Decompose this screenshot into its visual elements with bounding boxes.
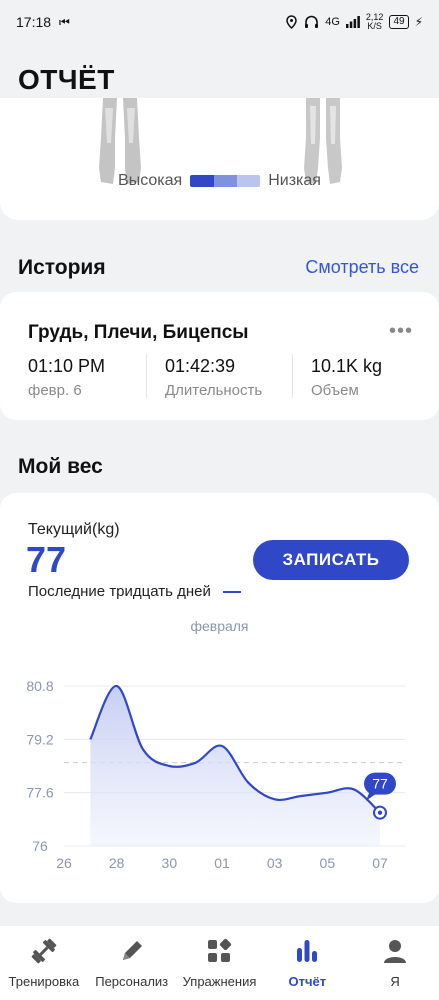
y-tick-label: 79.2: [26, 731, 53, 747]
history-title: История: [18, 256, 106, 279]
nav-item-exercises[interactable]: Упражнения: [176, 926, 264, 1000]
status-bar: 17:18 ⏮ 4G 2,12 K/S 49 ⚡: [0, 0, 439, 44]
data-point: [273, 797, 277, 801]
data-point: [88, 737, 92, 741]
nav-item-profile[interactable]: Я: [351, 926, 439, 1000]
data-point: [115, 684, 119, 688]
data-point: [325, 791, 329, 795]
x-tick-label: 05: [320, 855, 336, 871]
status-icons: 4G 2,12 K/S 49 ⚡: [285, 13, 423, 31]
charging-icon: ⚡: [414, 15, 423, 29]
stat-divider: [146, 354, 147, 398]
legend-gradient: [190, 175, 261, 187]
stat-duration: 01:42:39 Длительность: [165, 356, 263, 399]
net-speed: 2,12 K/S: [365, 12, 384, 31]
signal-icon: [345, 16, 360, 28]
last-point-dot: [377, 810, 383, 815]
bottom-nav: Тренировка Персонализ Упражнения Отчёт Я: [0, 926, 439, 1000]
user-icon: [384, 940, 407, 963]
network-type: 4G: [325, 16, 340, 28]
weight-card: Текущий(kg) 77 Последние тридцать дней З…: [0, 493, 439, 903]
period-label: Последние тридцать дней: [28, 583, 211, 600]
y-tick-label: 76: [32, 838, 48, 854]
nav-item-personalize[interactable]: Персонализ: [88, 926, 176, 1000]
y-tick-label: 77.6: [26, 785, 53, 801]
legend-high-label: Высокая: [118, 172, 183, 189]
current-weight-value: 77: [26, 539, 67, 580]
nav-item-report[interactable]: Отчёт: [263, 926, 351, 1000]
weight-chart[interactable]: 80.8 79.2 77.6 76 26 28 30 01 03 05 07 77: [0, 643, 439, 893]
legend-swatch-high: [190, 175, 214, 187]
pencil-icon: [122, 941, 142, 960]
stat-volume: 10.1K kg Объем: [311, 356, 383, 399]
notification-icon: ⏮: [59, 14, 70, 29]
data-point: [167, 764, 171, 768]
weight-area-fill: [90, 685, 380, 846]
legend-swatch-low: [236, 175, 261, 187]
history-workout-card[interactable]: Грудь, Плечи, Бицепсы ••• 01:10 PM февр.…: [0, 292, 439, 420]
record-weight-button[interactable]: ЗАПИСАТЬ: [253, 540, 409, 580]
x-tick-label: 28: [109, 855, 125, 871]
x-tick-label: 03: [267, 855, 283, 871]
data-point: [246, 781, 250, 785]
current-weight-label: Текущий(kg): [28, 521, 120, 538]
nav-item-workout[interactable]: Тренировка: [0, 926, 88, 1000]
legend-low-label: Низкая: [268, 172, 321, 189]
chart-month-label: февраля: [190, 618, 249, 634]
value-callout-text: 77: [372, 776, 388, 792]
location-icon: [286, 15, 297, 29]
weight-title: Мой вес: [18, 455, 103, 478]
data-point: [299, 794, 303, 798]
see-all-link[interactable]: Смотреть все: [305, 257, 419, 278]
page-title: ОТЧЁТ: [18, 64, 115, 95]
x-tick-label: 26: [56, 855, 72, 871]
dumbbell-icon: [31, 938, 57, 964]
more-options-icon[interactable]: •••: [389, 320, 413, 343]
data-point: [220, 744, 224, 748]
bar-chart-icon: [297, 940, 318, 962]
stat-start-time: 01:10 PM февр. 6: [28, 356, 106, 399]
period-legend: Последние тридцать дней: [28, 583, 241, 600]
period-line-swatch: [222, 590, 241, 593]
workout-title: Грудь, Плечи, Бицепсы: [28, 322, 249, 343]
data-point: [141, 747, 145, 751]
intensity-legend: Высокая Низкая: [0, 172, 439, 190]
data-point: [352, 787, 356, 791]
legend-swatch-mid: [213, 175, 237, 187]
grid-icon: [208, 938, 232, 962]
headphones-icon: [305, 15, 319, 28]
y-tick-label: 80.8: [26, 678, 53, 694]
battery-level: 49: [389, 15, 409, 29]
x-tick-label: 01: [214, 855, 230, 871]
x-tick-label: 07: [372, 855, 388, 871]
x-tick-label: 30: [162, 855, 178, 871]
data-point: [194, 761, 198, 765]
stat-divider: [292, 354, 293, 398]
status-time: 17:18: [16, 14, 52, 30]
